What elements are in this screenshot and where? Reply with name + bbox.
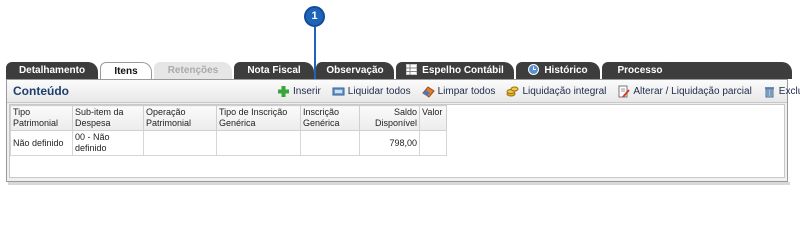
settle-all-label: Liquidar todos [347, 85, 411, 97]
tab-bar-background [666, 62, 792, 79]
insert-label: Inserir [293, 85, 321, 97]
cell-tipo-patrimonial: Não definido [10, 130, 73, 156]
delete-button[interactable]: Excluir [763, 85, 800, 98]
panel-shadow [8, 182, 790, 185]
eraser-icon [421, 85, 435, 98]
delete-label: Excluir [778, 85, 800, 97]
tab-nota-fiscal[interactable]: Nota Fiscal [234, 62, 314, 79]
cell-inscricao-generica [300, 130, 360, 156]
settle-all-icon [332, 87, 345, 95]
insert-button[interactable]: Inserir [277, 85, 321, 98]
col-saldo-disponivel[interactable]: Saldo Disponível [359, 105, 420, 131]
col-operacao-patrimonial[interactable]: Operação Patrimonial [143, 105, 217, 131]
tab-espelho-contabil[interactable]: Espelho Contábil [396, 62, 514, 79]
cell-valor[interactable] [419, 130, 447, 156]
content-panel: Conteúdo Inserir Liquidar todos Limpar t… [6, 79, 800, 182]
history-icon [528, 64, 540, 75]
tab-retencoes: Retenções [154, 62, 232, 79]
cell-saldo-disponivel: 798,00 [359, 130, 420, 156]
col-tipo-patrimonial[interactable]: Tipo Patrimonial [10, 105, 73, 131]
edit-document-icon [618, 85, 631, 98]
cell-sub-item-despesa: 00 - Não definido [72, 130, 144, 156]
panel-header: Conteúdo Inserir Liquidar todos Limpar t… [7, 80, 800, 103]
table-icon [406, 64, 418, 75]
coins-icon [506, 86, 519, 96]
col-valor[interactable]: Valor [419, 105, 447, 131]
plus-icon [278, 85, 289, 97]
cell-operacao-patrimonial [143, 130, 217, 156]
panel-title: Conteúdo [13, 84, 69, 98]
col-sub-item-despesa[interactable]: Sub-item da Despesa [72, 105, 144, 131]
partial-settlement-button[interactable]: Alterar / Liquidação parcial [617, 85, 752, 98]
tab-historico[interactable]: Histórico [516, 62, 600, 79]
settle-all-button[interactable]: Liquidar todos [332, 85, 411, 98]
table-row[interactable]: Não definido 00 - Não definido 798,00 [10, 130, 447, 156]
col-inscricao-generica[interactable]: Inscrição Genérica [300, 105, 360, 131]
tab-detalhamento[interactable]: Detalhamento [6, 62, 98, 79]
tab-observacao[interactable]: Observação [316, 62, 394, 79]
callout-badge: 1 [304, 6, 325, 27]
clear-all-button[interactable]: Limpar todos [421, 85, 496, 98]
partial-settlement-label: Alterar / Liquidação parcial [633, 85, 752, 97]
clear-all-label: Limpar todos [437, 85, 496, 97]
table-header-row: Tipo Patrimonial Sub-item da Despesa Ope… [10, 105, 447, 131]
col-tipo-inscricao-generica[interactable]: Tipo de Inscrição Genérica [216, 105, 301, 131]
tab-bar: Detalhamento Itens Retenções Nota Fiscal… [6, 62, 792, 80]
cell-tipo-inscricao-generica [216, 130, 301, 156]
toolbar: Inserir Liquidar todos Limpar todos Liqu… [277, 82, 800, 100]
trash-icon [764, 86, 774, 97]
items-table: Tipo Patrimonial Sub-item da Despesa Ope… [10, 105, 447, 156]
items-grid: Tipo Patrimonial Sub-item da Despesa Ope… [9, 104, 785, 178]
full-settlement-label: Liquidação integral [522, 85, 607, 97]
tab-itens[interactable]: Itens [100, 62, 152, 80]
full-settlement-button[interactable]: Liquidação integral [506, 85, 606, 98]
tab-processo[interactable]: Processo [602, 62, 678, 79]
